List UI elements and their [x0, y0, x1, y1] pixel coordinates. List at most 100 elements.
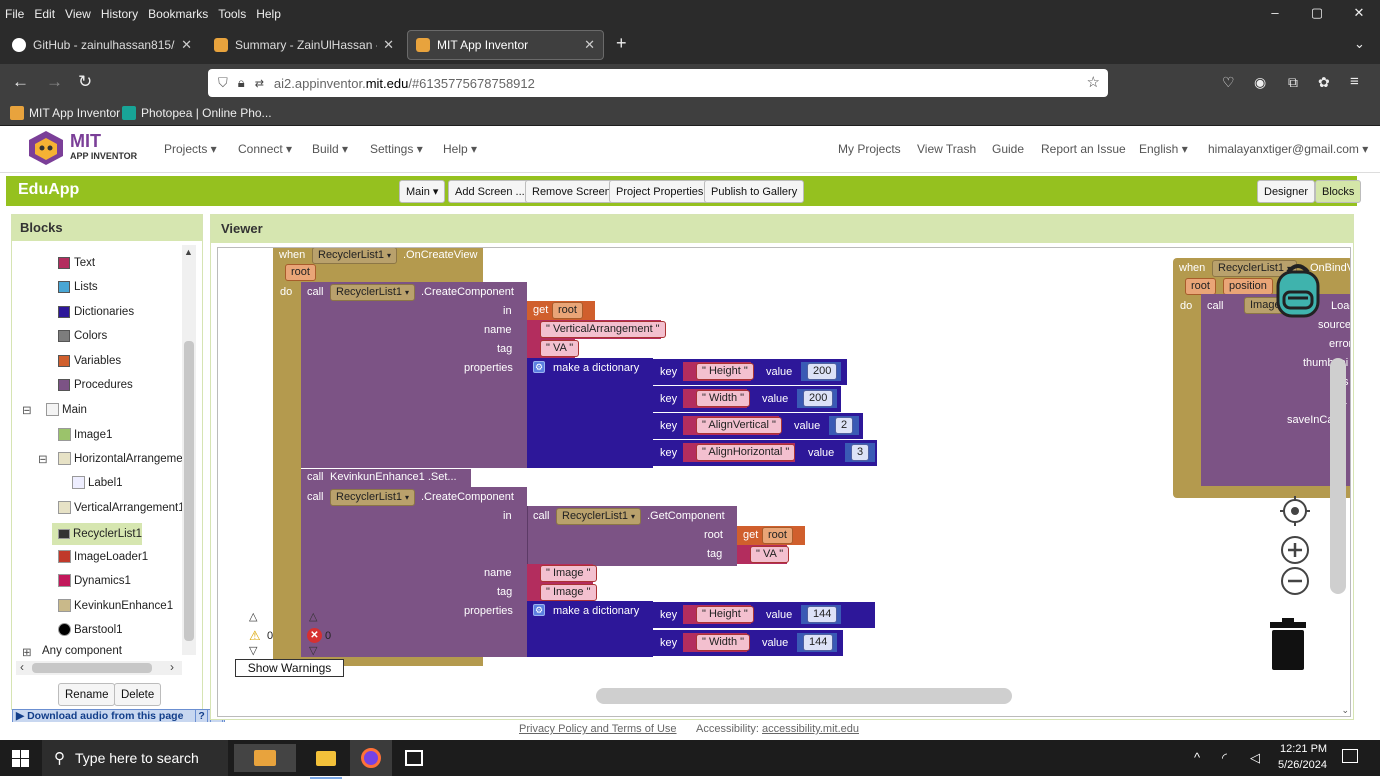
- collapse-main-icon[interactable]: ⊟: [22, 403, 32, 417]
- text-value[interactable]: " Width ": [696, 634, 751, 651]
- nav-help[interactable]: Help ▾: [443, 142, 477, 156]
- close-tab-icon[interactable]: ✕: [584, 37, 595, 53]
- backpack-icon[interactable]: [1266, 258, 1330, 322]
- scroll-thumb[interactable]: [184, 341, 194, 641]
- nav-build[interactable]: Build ▾: [312, 142, 348, 156]
- tab-list-chevron-icon[interactable]: ⌄: [1354, 36, 1365, 52]
- trash-icon[interactable]: [1268, 618, 1308, 670]
- accessibility-link[interactable]: accessibility.mit.edu: [762, 723, 859, 735]
- warning-down-arrow-icon[interactable]: ▽: [249, 644, 257, 657]
- variable-dropdown[interactable]: root: [552, 302, 583, 319]
- tree-any-component[interactable]: Any component: [42, 645, 122, 657]
- taskbar-search-box[interactable]: ⚲ Type here to search: [42, 740, 228, 776]
- back-arrow-icon[interactable]: ←: [12, 72, 29, 92]
- call-create-component-block[interactable]: [301, 282, 527, 468]
- delete-button[interactable]: Delete: [114, 683, 162, 706]
- text-value[interactable]: " Image ": [540, 584, 597, 601]
- component-dropdown[interactable]: RecyclerList1 ▾: [330, 284, 416, 301]
- warning-up-arrow-icon[interactable]: △: [249, 610, 257, 623]
- builtin-lists[interactable]: Lists: [58, 281, 98, 293]
- component-dropdown[interactable]: RecyclerList1 ▾: [312, 248, 398, 264]
- project-properties-button[interactable]: Project Properties: [609, 180, 711, 203]
- builtin-procedures[interactable]: Procedures: [58, 379, 133, 391]
- number-value[interactable]: 2: [835, 417, 854, 434]
- close-tab-icon[interactable]: ✕: [181, 37, 192, 53]
- text-value[interactable]: " Image ": [540, 565, 597, 582]
- shield-icon[interactable]: ⛉: [218, 75, 228, 91]
- taskbar-app-firefox[interactable]: [350, 740, 392, 776]
- taskbar-app-briefcase[interactable]: [234, 744, 296, 772]
- url-bar[interactable]: ⛉ 🔒︎ ⇄ ai2.appinventor. mit.edu/#61357756…: [208, 69, 1108, 97]
- new-tab-button[interactable]: +: [616, 33, 627, 54]
- extensions-icon[interactable]: ⧉: [1288, 72, 1298, 92]
- tab-github[interactable]: GitHub - zainulhassan815/appi ✕: [4, 30, 200, 60]
- designer-button[interactable]: Designer: [1257, 180, 1316, 203]
- account-icon[interactable]: ◉: [1254, 72, 1266, 92]
- tree-vertical-arrangement[interactable]: VerticalArrangement1: [58, 501, 185, 514]
- text-value[interactable]: " Height ": [696, 606, 754, 623]
- workspace-vertical-scrollbar[interactable]: [1330, 358, 1346, 594]
- menu-history[interactable]: History: [96, 7, 143, 21]
- show-warnings-button[interactable]: Show Warnings: [235, 659, 344, 677]
- addon-icon[interactable]: ✿: [1318, 72, 1330, 92]
- text-value[interactable]: " VA ": [540, 340, 580, 357]
- volume-icon[interactable]: ◁: [1250, 750, 1260, 766]
- pocket-icon[interactable]: ♡: [1222, 72, 1235, 92]
- text-value[interactable]: " Height ": [696, 363, 754, 380]
- nav-language[interactable]: English ▾: [1139, 142, 1188, 156]
- variable-dropdown[interactable]: root: [762, 527, 793, 544]
- help-icon[interactable]: ?: [195, 709, 208, 723]
- add-screen-button[interactable]: Add Screen ...: [448, 180, 532, 203]
- number-value[interactable]: 144: [807, 606, 838, 623]
- bookmark-photopea[interactable]: Photopea | Online Pho...: [122, 106, 272, 120]
- expand-any-component-icon[interactable]: ⊞: [22, 645, 32, 659]
- blocks-workspace[interactable]: when RecyclerList1 ▾ .OnCreateView root d…: [217, 247, 1351, 717]
- collapse-horizontal-icon[interactable]: ⊟: [38, 452, 48, 466]
- tree-imageloader1[interactable]: ImageLoader1: [58, 550, 148, 563]
- text-value[interactable]: " VA ": [750, 546, 790, 563]
- download-audio-bar[interactable]: ▶Download audio from this page ?X: [12, 709, 225, 723]
- clock-time[interactable]: 12:21 PM: [1280, 743, 1327, 755]
- taskbar-app-photos[interactable]: [396, 744, 432, 772]
- text-value[interactable]: " AlignHorizontal ": [696, 444, 796, 461]
- tree-label1[interactable]: Label1: [72, 476, 123, 489]
- forward-arrow-icon[interactable]: →: [46, 72, 63, 92]
- nav-connect[interactable]: Connect ▾: [238, 142, 292, 156]
- make-dictionary-block[interactable]: [527, 358, 653, 468]
- text-value[interactable]: " AlignVertical ": [696, 417, 782, 434]
- privacy-link[interactable]: Privacy Policy and Terms of Use: [519, 723, 677, 735]
- builtin-dictionaries[interactable]: Dictionaries: [58, 306, 134, 318]
- number-value[interactable]: 144: [803, 634, 834, 651]
- publish-gallery-button[interactable]: Publish to Gallery: [704, 180, 805, 203]
- nav-account[interactable]: himalayanxtiger@gmail.com ▾: [1208, 142, 1368, 156]
- lock-icon[interactable]: 🔒︎: [238, 75, 245, 91]
- error-down-arrow-icon[interactable]: ▽: [309, 644, 317, 657]
- tree-kevinkunenhance1[interactable]: KevinkunEnhance1: [58, 599, 173, 612]
- remove-screen-button[interactable]: Remove Screen: [525, 180, 618, 203]
- nav-report-issue[interactable]: Report an Issue: [1041, 142, 1126, 156]
- center-target-icon[interactable]: [1280, 496, 1310, 526]
- scroll-right-arrow-icon[interactable]: ›: [170, 660, 174, 674]
- builtin-text[interactable]: Text: [58, 257, 95, 269]
- number-value[interactable]: 200: [807, 363, 838, 380]
- reload-icon[interactable]: ↻: [78, 72, 92, 92]
- app-inventor-logo-icon[interactable]: [26, 130, 66, 166]
- clock-date[interactable]: 5/26/2024: [1278, 759, 1327, 771]
- taskbar-app-explorer[interactable]: [310, 744, 342, 779]
- menu-view[interactable]: View: [60, 7, 96, 21]
- param-root[interactable]: root: [1185, 278, 1216, 295]
- tree-barstool1[interactable]: Barstool1: [58, 623, 123, 636]
- tree-horizontal-arrangement[interactable]: HorizontalArrangemen: [58, 452, 189, 465]
- close-tab-icon[interactable]: ✕: [383, 37, 394, 53]
- mutator-gear-icon[interactable]: ⚙: [533, 361, 545, 373]
- permissions-icon[interactable]: ⇄: [255, 77, 264, 90]
- tree-main[interactable]: Main: [46, 403, 87, 416]
- nav-settings[interactable]: Settings ▾: [370, 142, 423, 156]
- number-value[interactable]: 3: [851, 444, 870, 461]
- number-value[interactable]: 200: [803, 390, 834, 407]
- menu-help[interactable]: Help: [251, 7, 286, 21]
- close-window-button[interactable]: ✕: [1338, 0, 1380, 28]
- notification-icon[interactable]: [1342, 749, 1358, 763]
- nav-guide[interactable]: Guide: [992, 142, 1024, 156]
- nav-my-projects[interactable]: My Projects: [838, 142, 901, 156]
